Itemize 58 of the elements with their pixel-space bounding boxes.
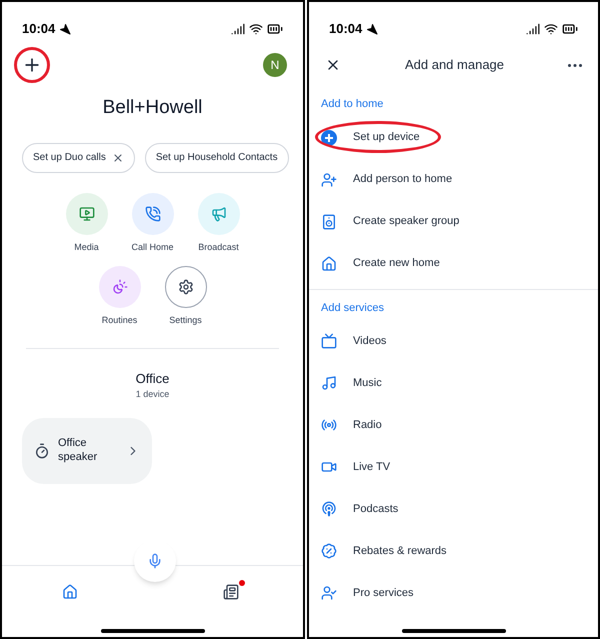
menu-item[interactable]: Create new home: [321, 255, 440, 272]
tv-icon: [321, 333, 337, 349]
podcast-icon: [321, 501, 337, 517]
menu-item[interactable]: Add person to home: [321, 171, 452, 188]
menu-item[interactable]: Music: [321, 374, 382, 392]
feed-icon: [223, 584, 239, 600]
suggestion-chip[interactable]: Set up Duo calls: [22, 142, 135, 172]
close-icon: [112, 152, 124, 164]
menu-item[interactable]: Create speaker group: [321, 213, 460, 230]
status-time: 10:04: [329, 20, 362, 38]
menu-item[interactable]: Set up device: [321, 129, 420, 146]
device-card[interactable]: Office speaker: [22, 418, 152, 484]
section-heading: Add services: [320, 300, 385, 316]
home-icon: [321, 256, 337, 272]
radio-icon: [321, 417, 337, 433]
play-screen-icon: [78, 206, 94, 222]
home-title: Bell+Howell: [102, 96, 204, 120]
status-time: 10:04: [22, 20, 56, 38]
person-add-icon: [321, 172, 337, 188]
wifi-icon: [544, 22, 558, 36]
plus-circle-icon: [321, 130, 337, 146]
menu-item[interactable]: Live TV: [321, 458, 390, 476]
signal-icon: [231, 22, 245, 36]
action-label: Broadcast: [198, 240, 239, 254]
mic-icon: [147, 553, 163, 569]
action-button[interactable]: [132, 192, 174, 234]
device-count: 1 device: [134, 388, 170, 401]
location-icon: [59, 23, 72, 35]
room-name: Office: [134, 370, 170, 388]
menu-item[interactable]: Radio: [321, 416, 382, 434]
action-label: Routines: [102, 314, 138, 327]
menu-item[interactable]: Pro services: [321, 584, 414, 602]
action-label: Media: [74, 240, 99, 254]
suggestion-chip[interactable]: Set up Household Contacts: [144, 142, 289, 172]
person-check-icon: [321, 585, 337, 601]
section-heading: Add to home: [320, 97, 384, 112]
action-button[interactable]: [164, 266, 206, 308]
settings-icon: [178, 279, 194, 295]
more-icon: [568, 64, 582, 66]
signal-icon: [526, 22, 540, 36]
phone-icon: [144, 206, 160, 222]
badge-icon: [321, 543, 337, 559]
action-label: Settings: [169, 314, 202, 327]
music-note-icon: [321, 375, 337, 391]
menu-item[interactable]: Videos: [321, 332, 386, 350]
menu-item[interactable]: Rebates & rewards: [321, 542, 447, 560]
action-label: Call Home: [131, 240, 174, 254]
mic-button[interactable]: [134, 540, 176, 582]
nav-tab[interactable]: [223, 582, 243, 602]
wifi-icon: [249, 22, 263, 36]
more-button[interactable]: [568, 64, 582, 66]
home-icon: [62, 584, 78, 600]
screen-title: Add and manage: [404, 56, 504, 74]
megaphone-icon: [210, 206, 226, 222]
menu-item[interactable]: Podcasts: [321, 500, 398, 518]
sun-icon: [112, 279, 128, 295]
avatar[interactable]: N: [263, 53, 287, 77]
location-icon: [366, 23, 378, 35]
